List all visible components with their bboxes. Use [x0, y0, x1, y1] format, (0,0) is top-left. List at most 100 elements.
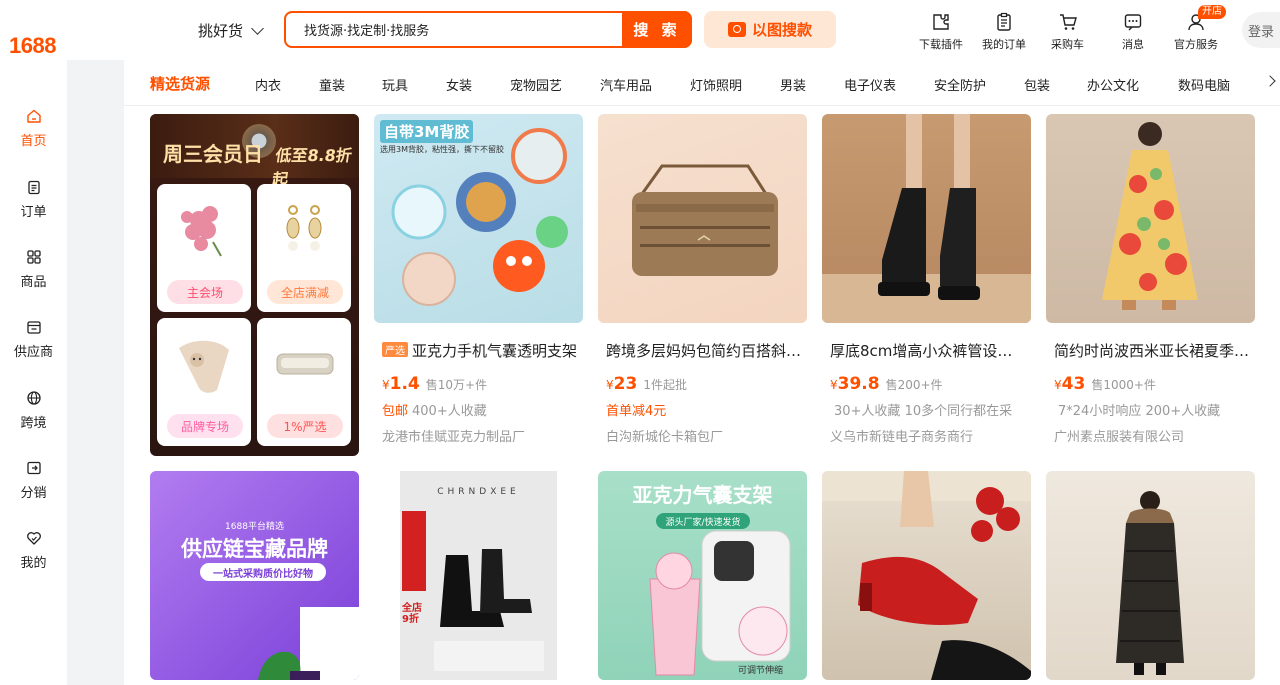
product-extra-info: 30+人收藏 10多个同行都在采 — [830, 400, 1012, 419]
member-day-promo[interactable]: 周三会员日 低至8.8折起 主会场 全店满减 品牌专场 1%严选 — [150, 114, 359, 456]
product-image-heels[interactable] — [822, 471, 1031, 680]
promo-tile-selected[interactable]: 1%严选 — [257, 318, 351, 446]
sales-count: 售10万+件 — [425, 378, 488, 392]
sidebar-item-orders[interactable]: 订单 — [0, 179, 67, 220]
nav-cart[interactable]: 采购车 — [1051, 12, 1084, 52]
strict-selection-tag: 严选 — [382, 342, 408, 357]
product-extra-info: 7*24小时响应 200+人收藏 — [1054, 400, 1220, 419]
promo-highlight: 首单减4元 — [606, 404, 667, 419]
sidebar-item-suppliers[interactable]: 供应商 — [0, 319, 67, 360]
promo-tile-label: 全店满减 — [267, 280, 343, 304]
category-item[interactable]: 玩具 — [382, 75, 408, 94]
nav-label: 下载插件 — [919, 38, 963, 51]
seller-name[interactable]: 广州素点服装有限公司 — [1054, 426, 1184, 445]
promo-tile-main-venue[interactable]: 主会场 — [157, 184, 251, 312]
sidebar-item-cross-border[interactable]: 跨境 — [0, 390, 67, 431]
brand-banner[interactable]: 1688平台精选 供应链宝藏品牌 一站式采购质价比好物 — [150, 471, 359, 680]
nav-download-plugin[interactable]: 下载插件 — [919, 12, 963, 52]
product-title: 简约时尚波西米亚长裙夏季新款 — [1054, 342, 1250, 360]
tray-image — [276, 353, 334, 375]
product-card[interactable]: 跨境多层妈妈包简约百搭斜挎包 ¥23 1件起批 首单减4元 白沟新城伦卡箱包厂 — [598, 114, 807, 445]
sales-count: 售1000+件 — [1091, 378, 1156, 392]
site-logo[interactable]: 1688 — [9, 33, 56, 59]
category-bar: 精选货源 内衣 童装 玩具 女装 宠物园艺 汽车用品 灯饰照明 男装 电子仪表 … — [124, 60, 1280, 106]
message-icon — [1124, 14, 1142, 31]
product-title: 亚克力手机气囊透明支架 — [412, 342, 578, 360]
sidebar-item-label: 首页 — [20, 134, 47, 149]
open-store-badge[interactable]: 开店 — [1198, 5, 1226, 19]
category-item[interactable]: 女装 — [446, 75, 472, 94]
promo-tile-store-discount[interactable]: 全店满减 — [257, 184, 351, 312]
grid-icon — [26, 250, 41, 264]
sidebar-item-home[interactable]: 首页 — [0, 108, 67, 149]
category-item[interactable]: 汽车用品 — [600, 75, 652, 94]
product-image — [822, 114, 1031, 323]
category-dropdown-label: 挑好货 — [198, 22, 244, 40]
login-button[interactable]: 登录 — [1242, 12, 1280, 48]
nav-my-orders[interactable]: 我的订单 — [982, 12, 1026, 52]
category-item[interactable]: 童装 — [319, 75, 345, 94]
category-item[interactable]: 灯饰照明 — [690, 75, 742, 94]
product-extra-info: 首单减4元 — [606, 400, 670, 419]
category-item[interactable]: 宠物园艺 — [510, 75, 562, 94]
currency-symbol: ¥ — [1054, 378, 1062, 392]
nav-label: 采购车 — [1051, 38, 1084, 51]
sidebar-item-label: 分销 — [20, 486, 47, 501]
seller-name[interactable]: 白沟新城伦卡箱包厂 — [606, 426, 723, 445]
cart-icon — [1059, 14, 1077, 30]
product-price: ¥1.4 — [382, 374, 420, 394]
product-price: ¥39.8 — [830, 374, 880, 394]
min-order: 1件起批 — [643, 378, 687, 392]
product-title: 厚底8cm增高小众裤管设计短靴 — [830, 342, 1026, 360]
search-input[interactable] — [302, 19, 616, 43]
chevron-right-icon[interactable] — [1264, 75, 1276, 87]
category-item[interactable]: 包装 — [1024, 75, 1050, 94]
category-item[interactable]: 内衣 — [255, 75, 281, 94]
product-card[interactable]: 自带3M背胶 选用3M背胶，粘性强，撕下不留胶 严选 亚克力手机气囊透明支架 ¥1… — [374, 114, 583, 445]
top-header: 1688 挑好货 搜 索 以图搜款 下载插件 我的订单 采购车 消息 官方服务 … — [0, 0, 1280, 60]
product-image-coat[interactable] — [1046, 471, 1255, 680]
extra-info-text: 30+人收藏 10多个同行都在采 — [834, 404, 1013, 419]
price-value: 43 — [1061, 374, 1086, 394]
sidebar-item-label: 商品 — [20, 275, 47, 290]
order-icon — [27, 180, 40, 195]
product-price: ¥23 — [606, 374, 637, 394]
seller-name[interactable]: 义乌市新链电子商务商行 — [830, 426, 973, 445]
store-icon — [26, 321, 41, 334]
nav-messages[interactable]: 消息 — [1122, 12, 1144, 52]
category-item[interactable]: 电子仪表 — [844, 75, 896, 94]
product-image-boots[interactable]: CHRNDXEE 全店9折 — [374, 471, 583, 680]
seller-name[interactable]: 龙港市佳赋亚克力制品厂 — [382, 426, 525, 445]
sidebar-item-distribution[interactable]: 分销 — [0, 460, 67, 501]
nav-label: 官方服务 — [1174, 38, 1218, 51]
extra-info-text: 400+人收藏 — [412, 404, 487, 419]
scarf-image — [179, 340, 229, 393]
currency-symbol: ¥ — [382, 378, 390, 392]
red-shoes-image — [822, 471, 1031, 680]
product-image-stand[interactable]: 亚克力气囊支架 源头厂家/快速发货 可调节伸缩 — [598, 471, 807, 680]
earring-image — [286, 205, 322, 251]
search-box: 搜 索 — [284, 11, 692, 48]
flower-image — [181, 206, 222, 257]
promo-subtitle: 低至8.8折起 — [270, 146, 354, 189]
search-button[interactable]: 搜 索 — [622, 11, 692, 48]
category-item[interactable]: 男装 — [780, 75, 806, 94]
category-dropdown[interactable]: 挑好货 — [198, 20, 264, 41]
category-item[interactable]: 办公文化 — [1087, 75, 1139, 94]
category-item[interactable]: 数码电脑 — [1178, 75, 1230, 94]
category-item[interactable]: 安全防护 — [934, 75, 986, 94]
promo-tile-brand[interactable]: 品牌专场 — [157, 318, 251, 446]
sidebar-item-mine[interactable]: 我的 — [0, 530, 67, 571]
promo-tile-label: 主会场 — [167, 280, 243, 304]
promo-tile-label: 1%严选 — [267, 414, 343, 438]
product-card[interactable]: 厚底8cm增高小众裤管设计短靴 ¥39.8 售200+件 30+人收藏 10多个同… — [822, 114, 1031, 445]
product-card[interactable]: 简约时尚波西米亚长裙夏季新款 ¥43 售1000+件 7*24小时响应 200+人… — [1046, 114, 1255, 445]
category-bar-title[interactable]: 精选货源 — [150, 73, 210, 94]
dress-image — [1102, 122, 1198, 310]
product-price: ¥43 — [1054, 374, 1085, 394]
price-value: 23 — [613, 374, 638, 394]
sidebar-item-products[interactable]: 商品 — [0, 249, 67, 290]
plugin-icon — [933, 14, 949, 30]
image-search-button[interactable]: 以图搜款 — [704, 11, 836, 48]
nav-label: 我的订单 — [982, 38, 1026, 51]
